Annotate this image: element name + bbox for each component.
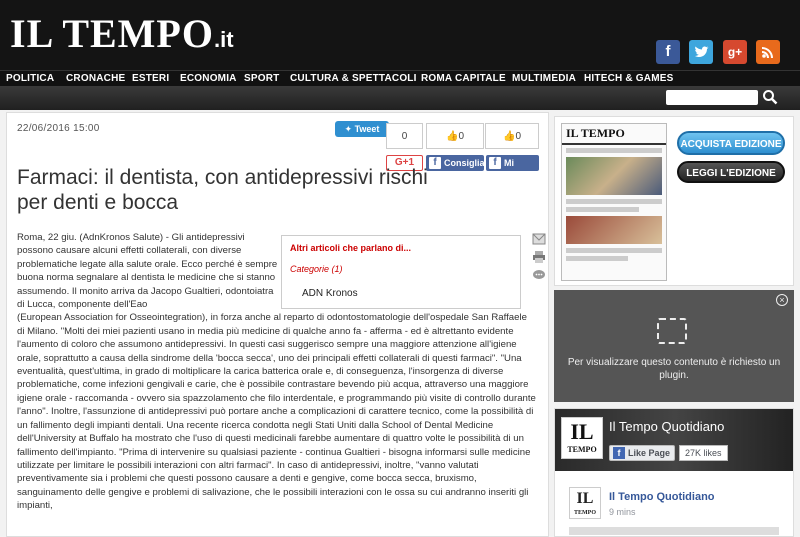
related-category[interactable]: Categorie (1) <box>290 264 343 274</box>
paper-line <box>566 248 662 253</box>
search-icon[interactable] <box>762 89 778 105</box>
logo-tld: .it <box>213 27 234 52</box>
fb-like-page-button[interactable]: f Like Page <box>609 445 675 461</box>
article-body-p2: (European Association for Osseointegrati… <box>17 312 536 512</box>
paper-line <box>566 256 629 261</box>
facebook-icon[interactable]: f <box>656 40 680 64</box>
article: 22/06/2016 15:00 ✦ Tweet 0 👍0 👍0 G+1 f Co… <box>6 112 549 537</box>
email-icon[interactable] <box>532 233 546 245</box>
plugin-icon <box>657 318 687 344</box>
nav-item-politica[interactable]: POLITICA <box>6 73 54 84</box>
like-count-1-value: 0 <box>458 131 464 142</box>
fb-logo-small: TEMPO <box>567 445 597 454</box>
search-input[interactable] <box>666 90 758 105</box>
thumb-icon: 👍 <box>445 131 459 142</box>
print-icon[interactable] <box>532 251 546 263</box>
nav-item-roma-capitale[interactable]: ROMA CAPITALE <box>421 73 506 84</box>
rss-glyph <box>762 47 773 58</box>
plugin-placeholder: × Per visualizzare questo contenuto è ri… <box>554 290 794 402</box>
nav-item-economia[interactable]: ECONOMIA <box>180 73 237 84</box>
paper-head: IL TEMPO <box>562 124 666 145</box>
paper-line <box>566 148 662 153</box>
twitter-icon[interactable] <box>689 40 713 64</box>
read-edition-button[interactable]: LEGGI L'EDIZIONE <box>677 161 785 183</box>
nav-item-esteri[interactable]: ESTERI <box>132 73 169 84</box>
nav-item-cultura[interactable]: CULTURA & SPETTACOLI <box>290 73 417 84</box>
fb-logo-big: IL <box>570 419 594 444</box>
plugin-message: Per visualizzare questo contenuto è rich… <box>567 357 781 381</box>
article-date: 22/06/2016 15:00 <box>17 123 100 134</box>
related-articles-box: Altri articoli che parlano di... Categor… <box>281 235 521 309</box>
fb-likes-count: 27K likes <box>679 445 728 461</box>
like-count-2-value: 0 <box>515 131 521 142</box>
fb-page-name[interactable]: Il Tempo Quotidiano <box>609 419 724 434</box>
consiglia-label: Consiglia <box>444 158 485 168</box>
nav-item-multimedia[interactable]: MULTIMEDIA <box>512 73 576 84</box>
site-logo[interactable]: IL TEMPO.it <box>10 12 234 62</box>
main-nav: POLITICA CRONACHE ESTERI ECONOMIA SPORT … <box>0 70 800 86</box>
tweet-label: Tweet <box>354 124 380 134</box>
comment-icon[interactable] <box>532 269 546 281</box>
like-count-1: 👍0 <box>426 123 484 149</box>
article-title: Farmaci: il dentista, con antidepressivi… <box>17 166 428 214</box>
fb-post-logo-small: TEMPO <box>574 510 596 516</box>
facebook-icon: f <box>489 157 501 169</box>
article-body-p1: Roma, 22 giu. (AdnKronos Salute) - Gli a… <box>17 232 278 311</box>
paper-line <box>566 207 639 212</box>
fb-page-logo[interactable]: IL TEMPO <box>561 417 603 459</box>
nav-item-cronache[interactable]: CRONACHE <box>66 73 125 84</box>
rss-icon[interactable] <box>756 40 780 64</box>
thumb-icon: 👍 <box>502 131 516 142</box>
like-count-2: 👍0 <box>485 123 539 149</box>
newspaper-thumbnail[interactable]: IL TEMPO <box>561 123 667 281</box>
content-area: 22/06/2016 15:00 ✦ Tweet 0 👍0 👍0 G+1 f Co… <box>0 110 800 537</box>
twitter-icon: ✦ <box>344 124 355 134</box>
paper-photo <box>566 157 662 195</box>
buy-edition-button[interactable]: ACQUISTA EDIZIONE <box>677 131 785 155</box>
mipiace-label: Mi piace <box>504 158 528 184</box>
paper-line <box>566 199 662 204</box>
fb-post-time: 9 mins <box>609 507 636 517</box>
edition-box: IL TEMPO ACQUISTA EDIZIONE LEGGI L'EDIZI… <box>554 116 794 286</box>
related-title: Altri articoli che parlano di... <box>290 243 412 253</box>
search-strip <box>0 86 800 110</box>
facebook-icon: f <box>613 447 625 459</box>
nav-item-sport[interactable]: SPORT <box>244 73 279 84</box>
facebook-page-widget: IL TEMPO Il Tempo Quotidiano f Like Page 2… <box>554 408 794 537</box>
logo-text: IL TEMPO <box>10 11 214 56</box>
fb-post-author[interactable]: Il Tempo Quotidiano <box>609 491 715 503</box>
fb-like-label: Like Page <box>628 448 671 458</box>
twitter-bird-glyph <box>695 46 709 58</box>
nav-item-hitech[interactable]: HITECH & GAMES <box>584 73 673 84</box>
paper-photo <box>566 216 662 244</box>
fb-post-avatar[interactable]: IL TEMPO <box>569 487 601 519</box>
fb-post-logo-big: IL <box>576 490 594 507</box>
tweet-button[interactable]: ✦ Tweet <box>335 121 389 137</box>
googleplus-icon[interactable]: g+ <box>723 40 747 64</box>
mipiace-button[interactable]: f Mi piace <box>486 155 539 184</box>
gplus-count: 0 <box>386 123 423 149</box>
close-icon[interactable]: × <box>776 294 788 306</box>
fb-post-text <box>569 527 779 535</box>
masthead: IL TEMPO.it f g+ <box>0 0 800 70</box>
related-item[interactable]: ADN Kronos <box>302 288 358 299</box>
